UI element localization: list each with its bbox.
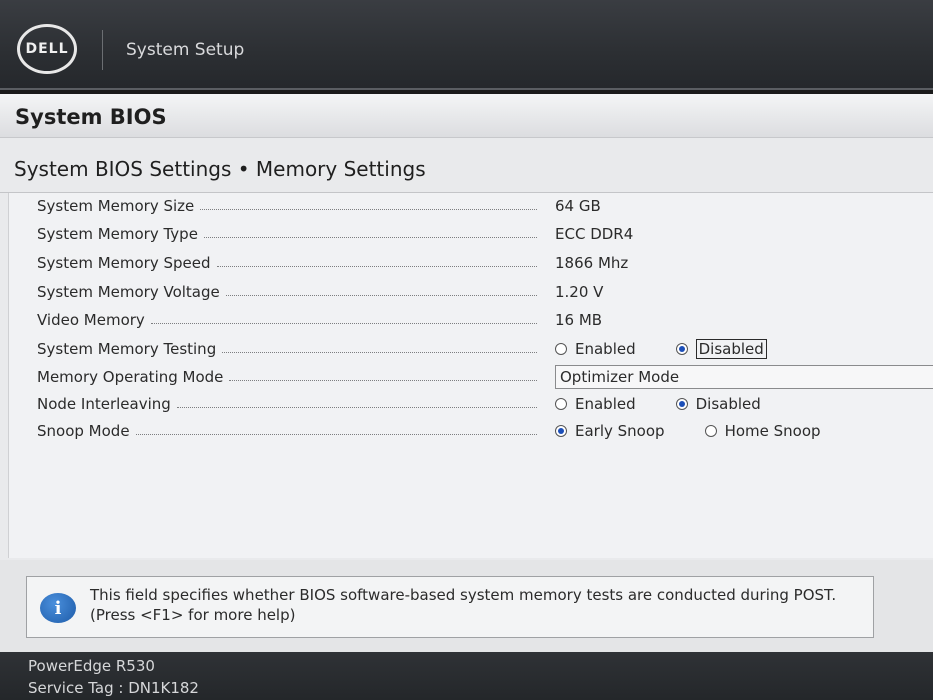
memory-testing-disabled-option[interactable]: Disabled <box>675 339 767 359</box>
settings-panel: System Memory Size 64 GB System Memory T… <box>8 193 933 558</box>
radio-unchecked-icon[interactable] <box>555 398 567 410</box>
service-tag: Service Tag : DN1K182 <box>28 679 199 697</box>
setting-label: Video Memory <box>37 311 537 329</box>
setting-label: System Memory Speed <box>37 254 537 272</box>
label-text: Snoop Mode <box>37 422 130 440</box>
node-interleaving-enabled-option[interactable]: Enabled <box>555 395 636 413</box>
setting-value: ECC DDR4 <box>555 225 634 243</box>
setting-row-memory-type: System Memory Type ECC DDR4 <box>37 221 933 247</box>
label-text: System Memory Speed <box>37 254 211 272</box>
radio-unchecked-icon[interactable] <box>704 425 717 437</box>
setting-label: Snoop Mode <box>37 422 537 440</box>
leader-dots <box>203 236 537 238</box>
option-label: Home Snoop <box>724 422 821 440</box>
leader-dots <box>225 294 537 296</box>
operating-mode-select[interactable]: Optimizer Mode <box>555 365 933 389</box>
snoop-mode-early-option[interactable]: Early Snoop <box>555 422 665 440</box>
radio-checked-icon[interactable] <box>675 398 688 410</box>
setting-label: Node Interleaving <box>37 395 537 413</box>
option-label: Enabled <box>575 395 636 413</box>
label-text: System Memory Voltage <box>37 283 220 301</box>
radio-checked-icon[interactable] <box>675 343 688 355</box>
leader-dots <box>135 433 537 435</box>
setting-row-video-memory: Video Memory 16 MB <box>37 307 933 333</box>
setting-value: 1.20 V <box>555 283 604 301</box>
main-content: System BIOS System BIOS Settings • Memor… <box>0 94 933 560</box>
setting-value: 16 MB <box>555 311 603 329</box>
operating-mode-field[interactable]: Optimizer Mode <box>555 365 933 389</box>
setting-label: System Memory Type <box>37 225 537 243</box>
setting-row-memory-speed: System Memory Speed 1866 Mhz <box>37 250 933 276</box>
memory-testing-radio-group: Enabled Disabled <box>555 339 807 359</box>
setting-row-snoop-mode: Snoop Mode Early Snoop Home Snoop <box>37 418 933 444</box>
setting-label: System Memory Voltage <box>37 283 537 301</box>
setting-label: Memory Operating Mode <box>37 368 537 386</box>
snoop-mode-home-option[interactable]: Home Snoop <box>704 422 821 440</box>
dell-logo: DELL <box>17 24 77 74</box>
setting-label: System Memory Testing <box>37 340 537 358</box>
memory-testing-enabled-option[interactable]: Enabled <box>555 340 636 358</box>
system-model: PowerEdge R530 <box>28 657 155 675</box>
footer-bar: PowerEdge R530 Service Tag : DN1K182 <box>0 652 933 700</box>
setting-row-memory-size: System Memory Size 64 GB <box>37 193 933 219</box>
app-title: System Setup <box>126 40 245 60</box>
section-title: System BIOS <box>0 94 933 138</box>
setting-row-node-interleaving: Node Interleaving Enabled Disabled <box>37 391 933 417</box>
radio-unchecked-icon[interactable] <box>555 343 567 355</box>
label-text: Node Interleaving <box>37 395 171 413</box>
header-bar: DELL System Setup <box>0 0 933 90</box>
info-icon: i <box>40 593 76 623</box>
leader-dots <box>200 208 537 210</box>
label-text: System Memory Size <box>37 197 195 215</box>
setting-value: 1866 Mhz <box>555 254 629 272</box>
logo-text: DELL <box>25 41 69 57</box>
option-label: Enabled <box>575 340 636 358</box>
leader-dots <box>229 379 537 381</box>
setting-value: 64 GB <box>555 197 601 215</box>
label-text: Memory Operating Mode <box>37 368 224 386</box>
node-interleaving-disabled-option[interactable]: Disabled <box>675 395 761 413</box>
leader-dots <box>216 265 537 267</box>
header-divider <box>102 30 103 70</box>
option-label: Disabled <box>695 395 761 413</box>
radio-checked-icon[interactable] <box>555 425 567 437</box>
page-heading: System BIOS Settings • Memory Settings <box>14 157 426 181</box>
leader-dots <box>176 406 537 408</box>
label-text: System Memory Type <box>37 225 198 243</box>
node-interleaving-radio-group: Enabled Disabled <box>555 395 801 413</box>
help-area: i This field specifies whether BIOS soft… <box>0 560 933 652</box>
setting-row-memory-testing: System Memory Testing Enabled Disabled <box>37 336 933 362</box>
setting-label: System Memory Size <box>37 197 537 215</box>
help-text: This field specifies whether BIOS softwa… <box>90 586 837 624</box>
label-text: Video Memory <box>37 311 145 329</box>
option-label-focused: Disabled <box>695 339 767 359</box>
setting-row-memory-voltage: System Memory Voltage 1.20 V <box>37 279 933 305</box>
label-text: System Memory Testing <box>37 340 217 358</box>
setting-row-operating-mode: Memory Operating Mode Optimizer Mode <box>37 364 933 390</box>
help-box: i This field specifies whether BIOS soft… <box>26 576 874 638</box>
snoop-mode-radio-group: Early Snoop Home Snoop <box>555 422 861 440</box>
leader-dots <box>150 322 537 324</box>
leader-dots <box>222 351 537 353</box>
option-label: Early Snoop <box>575 422 665 440</box>
